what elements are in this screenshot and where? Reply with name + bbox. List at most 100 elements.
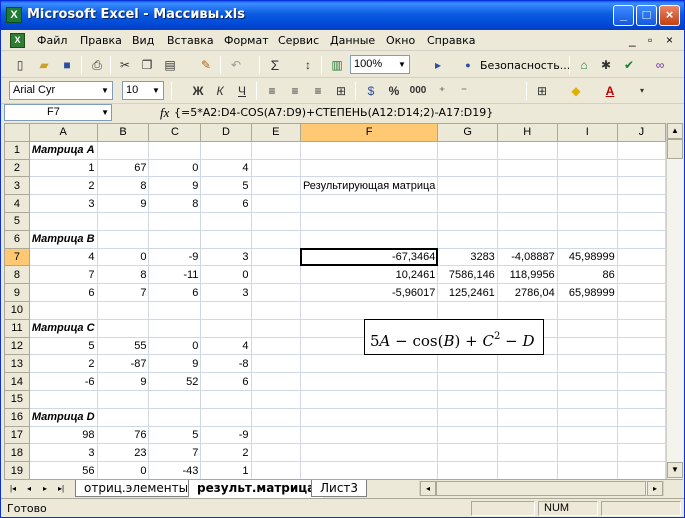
cell-H3[interactable] — [496, 176, 558, 196]
cell-G15[interactable] — [437, 389, 498, 409]
align-center-icon[interactable]: ≡ — [286, 82, 304, 100]
column-header[interactable]: F — [299, 123, 439, 142]
cell-H8[interactable]: 118,9956 — [496, 265, 558, 285]
cell-B1[interactable] — [96, 140, 150, 160]
currency-icon[interactable]: $ — [362, 82, 380, 100]
cell-F8[interactable]: 10,2461 — [299, 265, 439, 285]
cell-G3[interactable] — [437, 176, 498, 196]
row-header[interactable]: 1 — [4, 140, 30, 160]
cell-E6[interactable] — [250, 229, 301, 249]
chevron-down-icon[interactable]: ▼ — [101, 105, 109, 120]
cell-A13[interactable]: 2 — [28, 354, 98, 374]
cell-G9[interactable]: 125,2461 — [437, 283, 498, 302]
formula-image[interactable]: 5A − cos(B) + C2 − D — [364, 319, 544, 355]
column-header[interactable]: J — [616, 123, 666, 142]
cell-E2[interactable] — [250, 158, 301, 178]
sheet-tab-negative[interactable]: отриц.элементы — [75, 480, 198, 497]
print-icon[interactable]: ⎙ — [88, 56, 106, 74]
cell-I12[interactable] — [556, 336, 618, 356]
chevron-down-icon[interactable]: ▼ — [395, 56, 409, 73]
cell-A1[interactable]: Матрица A — [28, 140, 98, 160]
autosum-icon[interactable]: Σ — [266, 56, 284, 74]
cell-D16[interactable] — [200, 407, 252, 427]
cell-J14[interactable] — [616, 372, 666, 391]
cell-A5[interactable] — [28, 211, 98, 231]
cell-C10[interactable] — [148, 300, 202, 320]
cell-E9[interactable] — [250, 283, 301, 302]
decrease-decimal-icon[interactable]: ⁻ — [455, 82, 473, 100]
cell-J13[interactable] — [616, 354, 666, 374]
cell-B3[interactable]: 8 — [96, 176, 150, 196]
cell-B14[interactable]: 9 — [96, 372, 150, 391]
cell-I4[interactable] — [556, 194, 618, 213]
cell-C1[interactable] — [148, 140, 202, 160]
cell-E1[interactable] — [250, 140, 301, 160]
cell-J5[interactable] — [616, 211, 666, 231]
row-header[interactable]: 7 — [4, 247, 30, 267]
column-header[interactable]: E — [250, 123, 301, 142]
cell-A8[interactable]: 7 — [28, 265, 98, 285]
row-header[interactable]: 9 — [4, 283, 30, 302]
cell-E18[interactable] — [250, 443, 301, 463]
name-box[interactable]: F7 ▼ — [4, 104, 112, 121]
cell-A2[interactable]: 1 — [28, 158, 98, 178]
cell-D3[interactable]: 5 — [200, 176, 252, 196]
vertical-scrollbar[interactable]: ▲ ▼ — [666, 123, 683, 479]
column-header[interactable]: G — [437, 123, 498, 142]
column-header[interactable]: A — [28, 123, 98, 142]
toolbar-options-icon[interactable]: ▾ — [633, 82, 651, 100]
cell-E19[interactable] — [250, 461, 301, 479]
cell-H18[interactable] — [496, 443, 558, 463]
cell-I15[interactable] — [556, 389, 618, 409]
workbook-icon[interactable]: X — [10, 33, 25, 48]
cell-J15[interactable] — [616, 389, 666, 409]
cell-B15[interactable] — [96, 389, 150, 409]
cell-H14[interactable] — [496, 372, 558, 391]
cell-B13[interactable]: -87 — [96, 354, 150, 374]
cell-C9[interactable]: 6 — [148, 283, 202, 302]
sheet-tab-result[interactable]: результ.матрица — [188, 480, 325, 498]
cell-B17[interactable]: 76 — [96, 425, 150, 445]
cell-D19[interactable]: 1 — [200, 461, 252, 479]
sheet-tab-sheet3[interactable]: Лист3 — [311, 480, 368, 497]
cell-B19[interactable]: 0 — [96, 461, 150, 479]
cell-G7[interactable]: 3283 — [437, 247, 498, 267]
cell-B12[interactable]: 55 — [96, 336, 150, 356]
cell-J8[interactable] — [616, 265, 666, 285]
cell-F7[interactable]: -67,3464 — [299, 247, 439, 267]
cell-J18[interactable] — [616, 443, 666, 463]
cell-D12[interactable]: 4 — [200, 336, 252, 356]
row-header[interactable]: 11 — [4, 318, 30, 338]
cell-I7[interactable]: 45,98999 — [556, 247, 618, 267]
cell-C15[interactable] — [148, 389, 202, 409]
scroll-thumb[interactable] — [667, 139, 683, 159]
cell-I11[interactable] — [556, 318, 618, 338]
row-header[interactable]: 10 — [4, 300, 30, 320]
cell-C4[interactable]: 8 — [148, 194, 202, 213]
cell-J9[interactable] — [616, 283, 666, 302]
cut-icon[interactable]: ✂ — [116, 56, 134, 74]
cell-A17[interactable]: 98 — [28, 425, 98, 445]
align-left-icon[interactable]: ≡ — [263, 82, 281, 100]
cell-I19[interactable] — [556, 461, 618, 479]
row-header[interactable]: 6 — [4, 229, 30, 249]
cell-D1[interactable] — [200, 140, 252, 160]
options-icon[interactable]: ∞ — [651, 56, 669, 74]
next-sheet-icon[interactable]: ▸ — [39, 482, 51, 495]
cell-B16[interactable] — [96, 407, 150, 427]
font-size-select[interactable]: 10 ▼ — [122, 81, 164, 100]
cell-F18[interactable] — [299, 443, 439, 463]
cell-B11[interactable] — [96, 318, 150, 338]
maximize-button[interactable]: □ — [636, 5, 657, 26]
cell-A4[interactable]: 3 — [28, 194, 98, 213]
cell-H1[interactable] — [496, 140, 558, 160]
cell-E11[interactable] — [250, 318, 301, 338]
paste-icon[interactable]: ▤ — [161, 56, 179, 74]
cell-F4[interactable] — [299, 194, 439, 213]
undo-icon[interactable]: ↶ — [227, 56, 245, 74]
row-header[interactable]: 17 — [4, 425, 30, 445]
menu-data[interactable]: Данные — [330, 34, 375, 47]
drawing-icon[interactable]: ⌂ — [575, 56, 593, 74]
cell-J7[interactable] — [616, 247, 666, 267]
cell-H2[interactable] — [496, 158, 558, 178]
